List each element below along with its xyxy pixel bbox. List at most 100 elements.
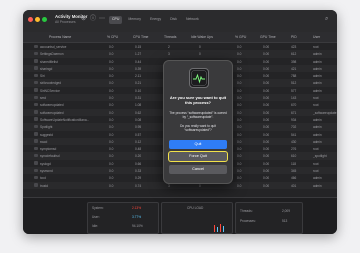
cancel-button[interactable]: Cancel: [169, 165, 227, 174]
user-cell: admin: [313, 88, 322, 93]
process-icon: [34, 124, 38, 129]
cpu-time-cell: 0.12: [135, 139, 142, 144]
gpu-time-cell: 0.00: [263, 132, 270, 137]
pid-cell: 612: [291, 52, 297, 57]
pid-cell: 577: [291, 88, 297, 93]
idle-wake-ups-cell: 0: [199, 183, 201, 188]
tab-disk[interactable]: Disk: [167, 16, 180, 24]
pid-cell: 423: [291, 45, 297, 49]
user-cell: admin: [313, 125, 322, 130]
cpu-time-cell: 0.39: [135, 66, 142, 71]
column-gpu-time[interactable]: GPU Time: [260, 35, 276, 39]
gpu-percent-cell: 0.0: [237, 154, 242, 159]
gpu-time-cell: 0.00: [263, 117, 270, 122]
cpu-time-cell: 0.62: [135, 110, 142, 115]
process-icon: [34, 66, 38, 70]
cpu-percent-cell: 0.0: [109, 52, 114, 57]
pid-cell: 430: [291, 139, 297, 144]
column-threads[interactable]: Threads: [164, 35, 176, 39]
gpu-time-cell: 0.00: [263, 103, 270, 108]
close-window-button[interactable]: [28, 17, 33, 22]
zoom-window-button[interactable]: [42, 17, 47, 22]
info-icon[interactable]: ⓘ: [90, 16, 96, 22]
column-pid[interactable]: PID: [291, 35, 297, 39]
user-cell: root: [313, 147, 319, 152]
gpu-time-cell: 0.00: [263, 96, 270, 101]
column-user[interactable]: User: [313, 35, 320, 39]
cpu-time-cell: 0.31: [135, 96, 142, 101]
user-label: User:: [92, 215, 100, 219]
process-name-cell: sysmond: [40, 169, 53, 174]
tab-memory[interactable]: Memory: [125, 16, 144, 24]
gpu-time-cell: 0.00: [263, 66, 270, 71]
system-label: System:: [92, 206, 104, 210]
threads-count-cell: 3: [168, 183, 170, 188]
process-name-cell: syslogd: [40, 161, 51, 166]
pid-cell: 671: [291, 110, 297, 115]
gpu-percent-cell: 0.0: [237, 176, 242, 181]
column-gpu[interactable]: % GPU: [235, 35, 246, 39]
process-name-cell: Siri: [40, 74, 45, 79]
cpu-percent-cell: 0.0: [109, 147, 114, 152]
activity-monitor-icon: [189, 68, 209, 88]
minimize-window-button[interactable]: [35, 17, 40, 22]
gpu-time-cell: 0.00: [263, 125, 270, 130]
process-name-cell: syncdefaultsd: [40, 154, 60, 159]
column-cpu-time[interactable]: CPU Time: [133, 35, 148, 39]
user-cell: _softwareupdate: [313, 110, 337, 115]
cpu-time-cell: 1.08: [135, 103, 142, 108]
process-name-cell: softwareupdated: [40, 103, 64, 108]
user-cell: root: [313, 103, 319, 108]
cpu-time-cell: 0.74: [135, 183, 142, 188]
table-row[interactable]: SettingsDaemon 0.0 1.27 3 0 0.0 0.00 612 admin: [23, 50, 337, 58]
threads-stats-box: Threads: 2,009 Processes: 513: [235, 202, 303, 234]
gpu-percent-cell: 0.0: [237, 81, 242, 86]
threads-count-cell: 3: [168, 52, 170, 57]
gpu-percent-cell: 0.0: [237, 132, 242, 137]
process-name-cell: trustd: [40, 183, 48, 188]
tab-energy[interactable]: Energy: [147, 16, 164, 24]
cpu-time-cell: 0.20: [135, 154, 142, 159]
idle-wake-ups-cell: 0: [199, 52, 201, 57]
cpu-percent-cell: 0.0: [109, 66, 114, 71]
user-cell: admin: [313, 132, 322, 137]
process-name-cell: siriknowledged: [40, 81, 62, 86]
gpu-percent-cell: 0.0: [237, 96, 242, 101]
gpu-percent-cell: 0.0: [237, 59, 242, 64]
column-cpu[interactable]: % CPU: [107, 35, 118, 39]
process-icon: [34, 146, 38, 151]
pid-cell: 610: [291, 154, 297, 159]
gpu-percent-cell: 0.0: [237, 161, 242, 166]
close-process-icon[interactable]: ⊗: [81, 16, 86, 22]
process-icon: [34, 44, 38, 48]
gpu-percent-cell: 0.0: [237, 183, 242, 188]
gpu-time-cell: 0.00: [263, 183, 270, 188]
gpu-percent-cell: 0.0: [237, 147, 242, 152]
pid-cell: 143: [291, 96, 297, 101]
gpu-time-cell: 0.00: [263, 81, 270, 86]
force-quit-button[interactable]: Force Quit: [169, 152, 227, 161]
tab-network[interactable]: Network: [183, 16, 202, 24]
pid-cell: 670: [291, 103, 297, 108]
gpu-time-cell: 0.00: [263, 169, 270, 174]
gpu-percent-cell: 0.0: [237, 117, 242, 122]
search-icon[interactable]: ⌕: [325, 16, 328, 22]
cpu-percent-cell: 0.0: [109, 139, 114, 144]
summary-panel: System: 2.13% User: 3.77% Idle: 94.10% C…: [23, 197, 337, 234]
process-name-cell: symptomsd: [40, 147, 57, 152]
quit-process-dialog: Are you sure you want to quit this proce…: [163, 60, 233, 184]
cpu-time-cell: 0.48: [135, 147, 142, 152]
cpu-percent-cell: 0.0: [109, 176, 114, 181]
more-icon[interactable]: ⋯: [99, 16, 105, 22]
title-bar: Activity Monitor All Processes ⊗ ⓘ ⋯ CPU…: [23, 10, 337, 32]
idle-label: Idle:: [92, 224, 99, 228]
user-cell: _spotlight: [313, 154, 327, 159]
quit-button[interactable]: Quit: [169, 140, 227, 149]
user-value: 3.77%: [132, 215, 142, 219]
process-icon: [34, 102, 38, 107]
cpu-time-cell: 0.10: [135, 88, 142, 93]
tab-cpu[interactable]: CPU: [109, 16, 123, 24]
column-idle-wake-ups[interactable]: Idle Wake Ups: [191, 35, 213, 39]
column-process-name[interactable]: Process Name: [49, 35, 71, 39]
table-row[interactable]: accountsd_service 0.0 0.15 2 0 0.0 0.00 423 root: [23, 43, 337, 50]
